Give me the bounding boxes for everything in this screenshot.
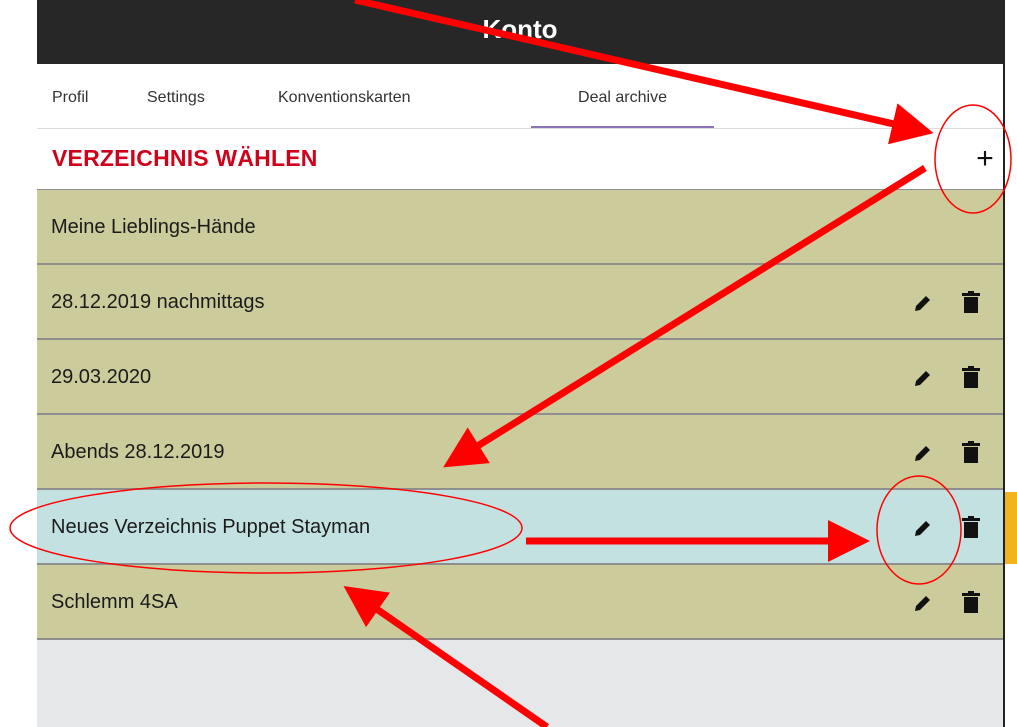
directory-label: 28.12.2019 nachmittags	[51, 291, 265, 313]
app-header: Konto	[37, 0, 1003, 64]
directory-label: Schlemm 4SA	[51, 591, 178, 613]
directory-row[interactable]: Schlemm 4SA	[37, 565, 1003, 640]
directory-label: Meine Lieblings-Hände	[51, 216, 256, 238]
directory-row-selected[interactable]: Neues Verzeichnis Puppet Stayman	[37, 490, 1003, 565]
pencil-icon[interactable]	[913, 593, 933, 613]
directory-row[interactable]: 28.12.2019 nachmittags	[37, 265, 1003, 340]
directory-row[interactable]: Meine Lieblings-Hände	[37, 190, 1003, 265]
section-header: VERZEICHNIS WÄHLEN +	[37, 129, 1003, 191]
pencil-icon[interactable]	[913, 368, 933, 388]
pencil-icon[interactable]	[913, 293, 933, 313]
tab-bar: Profil Settings Konventionskarten Deal a…	[37, 64, 1003, 129]
add-directory-button[interactable]: +	[970, 141, 1000, 177]
tab-profil[interactable]: Profil	[52, 64, 88, 128]
trash-icon[interactable]	[962, 516, 980, 538]
pencil-icon[interactable]	[913, 443, 933, 463]
account-panel: Konto Profil Settings Konventionskarten …	[37, 0, 1003, 727]
directory-row[interactable]: 29.03.2020	[37, 340, 1003, 415]
background-accent-strip	[1005, 492, 1017, 564]
trash-icon[interactable]	[962, 291, 980, 313]
tab-konventionskarten[interactable]: Konventionskarten	[278, 64, 411, 128]
directory-label: Abends 28.12.2019	[51, 441, 225, 463]
trash-icon[interactable]	[962, 591, 980, 613]
directory-label: Neues Verzeichnis Puppet Stayman	[51, 516, 371, 538]
section-title: VERZEICHNIS WÄHLEN	[52, 145, 318, 171]
left-margin	[0, 0, 37, 727]
directory-row[interactable]: Abends 28.12.2019	[37, 415, 1003, 490]
page-title: Konto	[482, 14, 558, 44]
directory-label: 29.03.2020	[51, 366, 152, 388]
trash-icon[interactable]	[962, 441, 980, 463]
background-window-edge	[1003, 0, 1017, 727]
tab-deal-archive[interactable]: Deal archive	[531, 64, 714, 128]
tab-settings[interactable]: Settings	[147, 64, 205, 128]
plus-icon: +	[976, 142, 994, 175]
pencil-icon[interactable]	[913, 518, 933, 538]
trash-icon[interactable]	[962, 366, 980, 388]
